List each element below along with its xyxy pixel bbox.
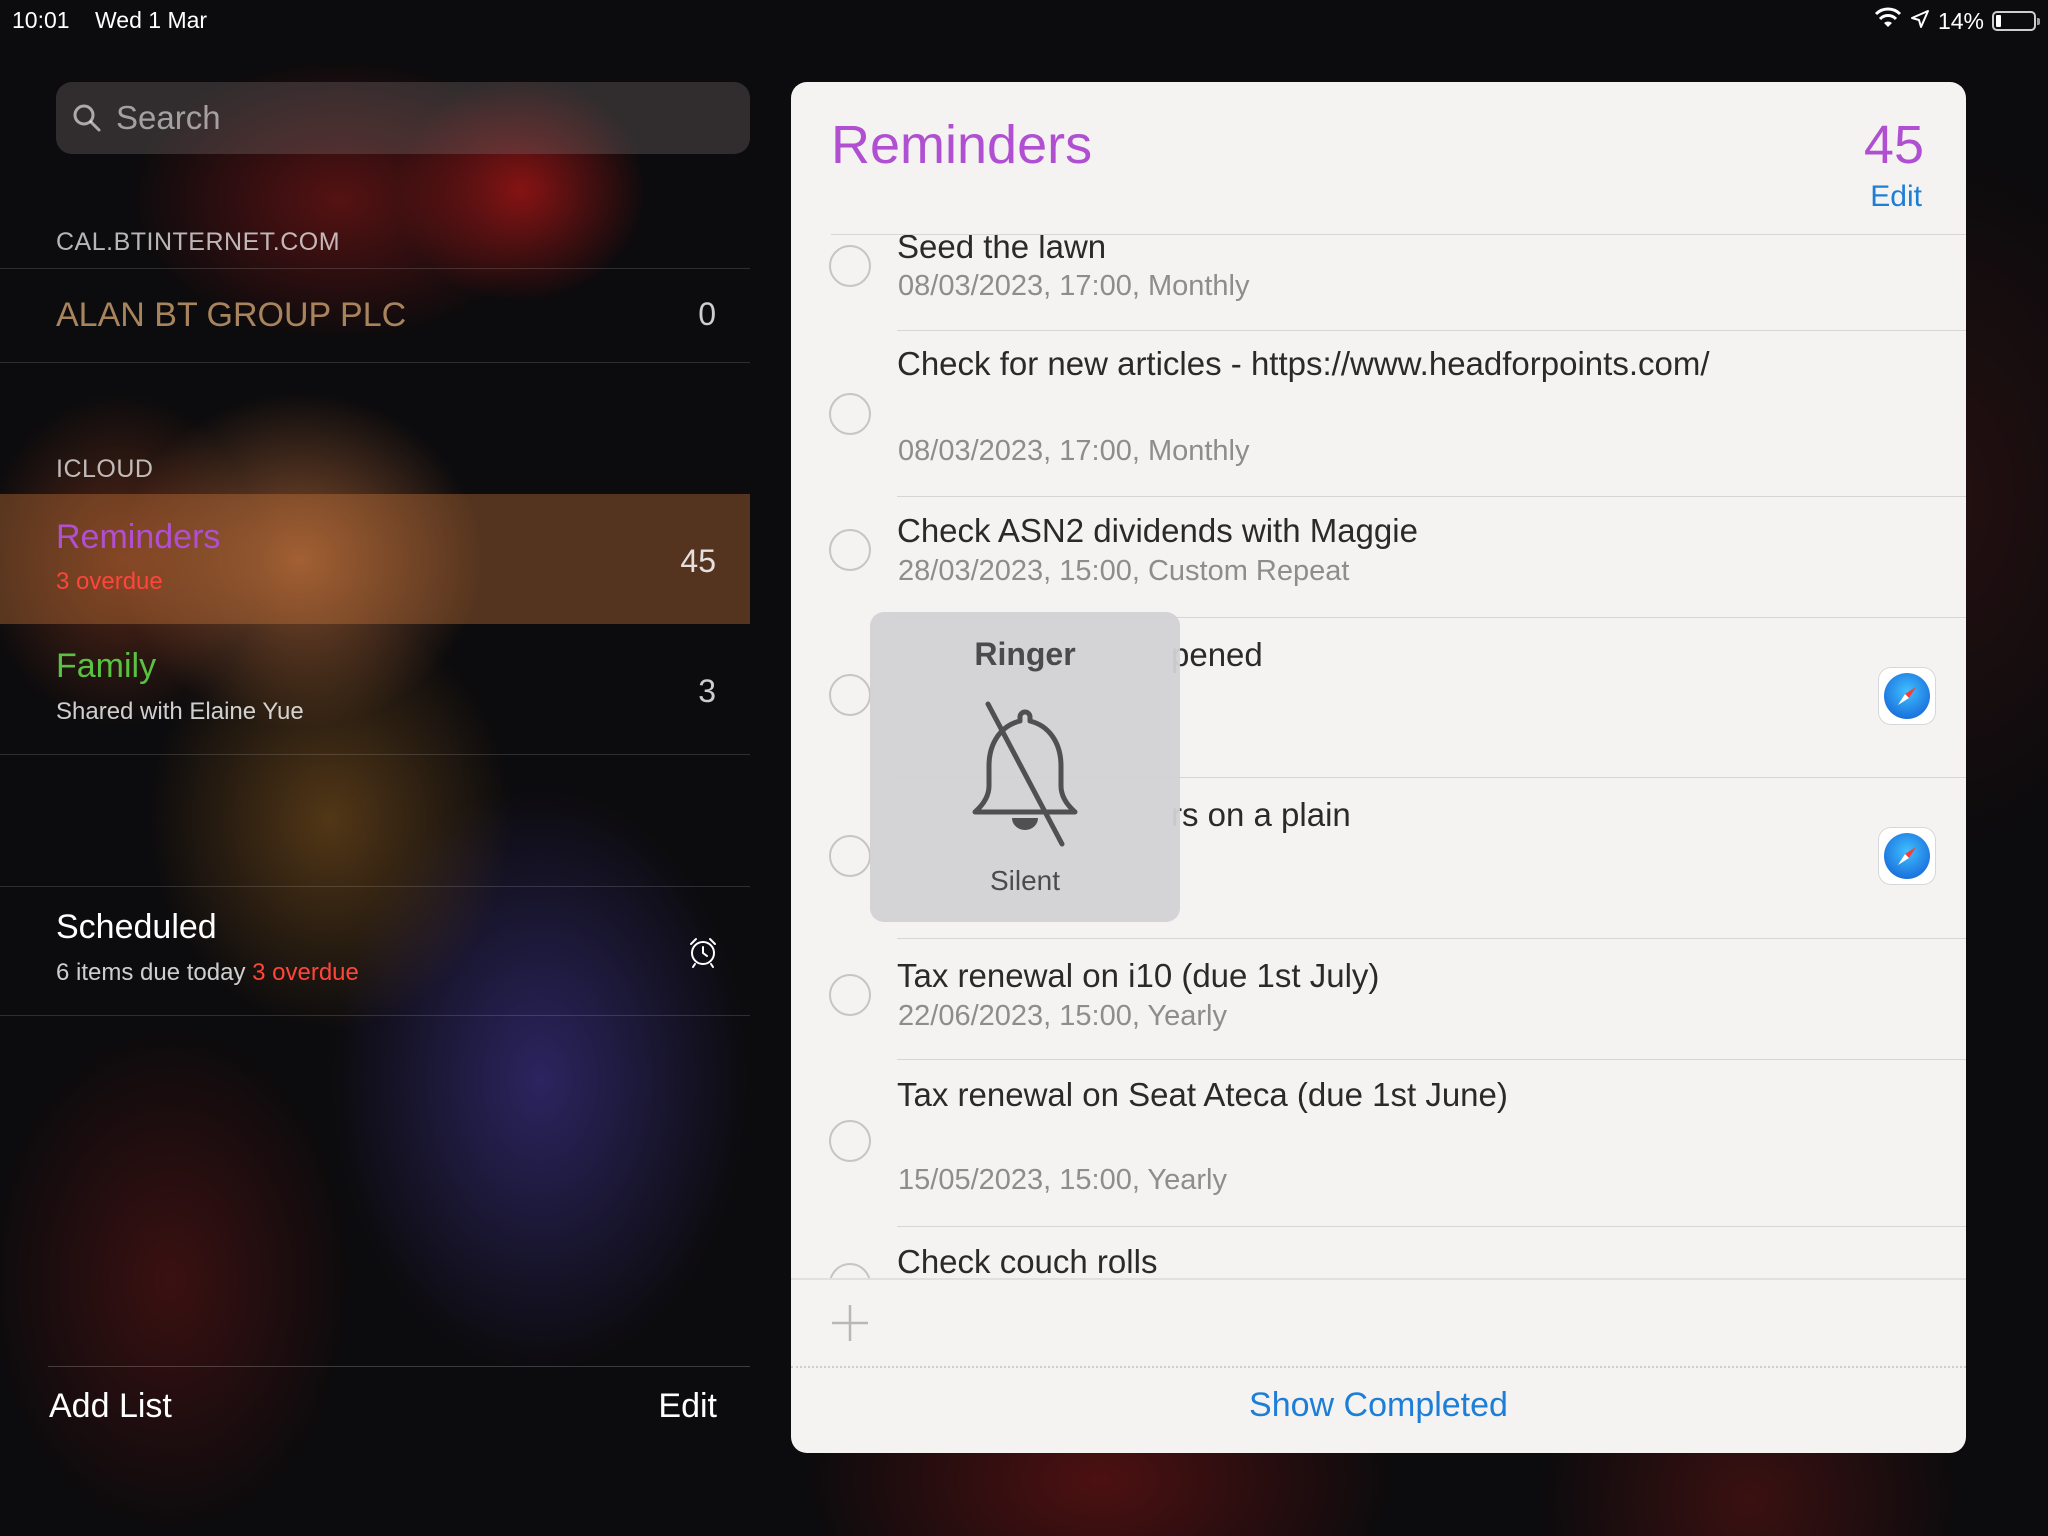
complete-checkbox[interactable] (829, 393, 871, 435)
wifi-icon (1874, 7, 1902, 35)
sidebar-bottom-divider (48, 1366, 750, 1367)
list-title: Reminders (56, 518, 221, 556)
ringer-state: Silent (989, 865, 1061, 896)
status-indicators: 14% (1874, 7, 2040, 35)
reminder-detail: 08/03/2023, 17:00, Monthly (898, 270, 1250, 302)
reminder-detail: 08/03/2023, 17:00, Monthly (898, 435, 1250, 467)
list-item-family[interactable]: Family Shared with Elaine Yue 3 (0, 625, 750, 754)
sidebar-edit-button[interactable]: Edit (658, 1387, 717, 1426)
reminder-title: rs on a plain (1171, 796, 1351, 833)
overdue-count: 3 overdue (252, 959, 359, 986)
reminder-row[interactable]: Tax renewal on i10 (due 1st July) 22/06/… (791, 939, 1966, 1060)
reminder-row[interactable]: Seed the lawn 08/03/2023, 17:00, Monthly (791, 235, 1966, 331)
list-item-alan-bt[interactable]: ALAN BT GROUP PLC 0 (0, 269, 750, 362)
list-item-scheduled[interactable]: Scheduled 6 items due today 3 overdue (0, 887, 750, 1015)
section-header-btinternet: CAL.BTINTERNET.COM (56, 228, 341, 256)
divider (791, 1366, 1966, 1368)
show-completed-button[interactable]: Show Completed (791, 1386, 1966, 1425)
reminder-row[interactable]: Tax renewal on Seat Ateca (due 1st June)… (791, 1060, 1966, 1227)
due-today: 6 items due today (56, 959, 246, 986)
reminder-detail: 22/06/2023, 15:00, Yearly (898, 1000, 1227, 1032)
reminder-title: Tax renewal on i10 (due 1st July) (897, 957, 1380, 994)
list-title: Scheduled (56, 908, 217, 946)
panel-edit-button[interactable]: Edit (1870, 180, 1922, 214)
search-field[interactable]: Search (56, 82, 750, 154)
complete-checkbox[interactable] (829, 674, 871, 716)
divider (0, 1015, 750, 1016)
reminder-title: Check couch rolls (897, 1243, 1158, 1280)
reminder-detail: 28/03/2023, 15:00, Custom Repeat (898, 555, 1350, 587)
bell-slash-icon (948, 694, 1102, 848)
battery-icon (1992, 11, 2040, 31)
reminder-title: Check ASN2 dividends with Maggie (897, 512, 1418, 549)
reminder-title: Check for new articles - https://www.hea… (897, 345, 1710, 382)
status-time: 10:01 (12, 7, 70, 33)
alarm-clock-icon (686, 935, 720, 974)
ringer-title: Ringer (974, 636, 1076, 672)
reminder-count: 45 (1863, 115, 1924, 175)
reminder-row[interactable]: Check for new articles - https://www.hea… (791, 331, 1966, 497)
add-reminder-bar[interactable] (791, 1278, 1966, 1368)
safari-icon[interactable] (1879, 668, 1935, 724)
status-bar: 10:01 Wed 1 Mar 14% (0, 0, 2048, 42)
reminder-title: Tax renewal on Seat Ateca (due 1st June) (897, 1076, 1508, 1113)
overdue-count: 3 overdue (56, 568, 163, 595)
search-placeholder: Search (116, 99, 221, 136)
list-item-reminders[interactable]: Reminders 3 overdue 45 (0, 494, 750, 624)
complete-checkbox[interactable] (829, 835, 871, 877)
section-header-icloud: ICLOUD (56, 455, 154, 483)
divider (0, 754, 750, 755)
status-date: Wed 1 Mar (95, 7, 208, 33)
complete-checkbox[interactable] (829, 529, 871, 571)
battery-percent: 14% (1937, 7, 1984, 34)
location-arrow-icon (1910, 8, 1930, 35)
add-list-button[interactable]: Add List (49, 1387, 172, 1426)
scheduled-subtitle: 6 items due today 3 overdue (56, 959, 359, 987)
search-icon (70, 101, 104, 135)
complete-checkbox[interactable] (829, 1120, 871, 1162)
safari-icon[interactable] (1879, 828, 1935, 884)
list-count: 0 (698, 296, 716, 332)
list-title: ALAN BT GROUP PLC (56, 296, 407, 334)
reminder-title: pened (1171, 636, 1263, 673)
reminder-title: Seed the lawn (897, 235, 1107, 265)
list-count: 3 (698, 673, 716, 709)
ringer-hud: Ringer Silent (870, 612, 1180, 922)
list-count: 45 (680, 543, 716, 579)
divider (0, 362, 750, 363)
complete-checkbox[interactable] (829, 245, 871, 287)
list-title: Family (56, 647, 157, 685)
reminder-detail: 15/05/2023, 15:00, Yearly (898, 1164, 1227, 1196)
page-title: Reminders (831, 115, 1093, 175)
reminder-row[interactable]: Check ASN2 dividends with Maggie 28/03/2… (791, 497, 1966, 618)
complete-checkbox[interactable] (829, 974, 871, 1016)
shared-with: Shared with Elaine Yue (56, 698, 304, 725)
plus-icon[interactable] (829, 1302, 871, 1344)
